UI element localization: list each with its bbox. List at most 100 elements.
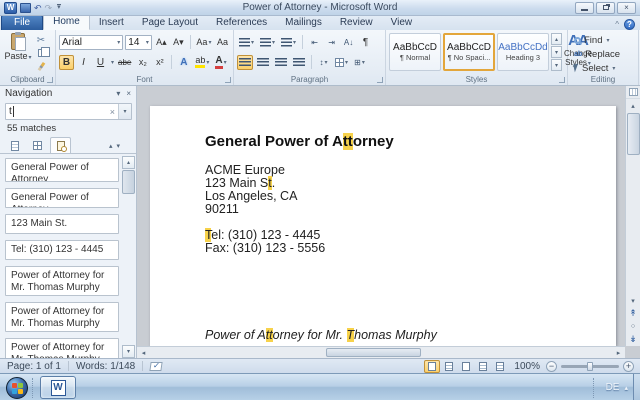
- tab-mailings[interactable]: Mailings: [276, 16, 331, 30]
- word-count[interactable]: Words: 1/148: [69, 361, 142, 372]
- multilevel-list-button[interactable]: ▾: [279, 35, 298, 50]
- shading-button[interactable]: ▾: [333, 55, 350, 70]
- tab-file[interactable]: File: [1, 15, 43, 30]
- previous-result-icon[interactable]: ▴: [109, 142, 113, 150]
- show-desktop-button[interactable]: [633, 374, 640, 400]
- superscript-button[interactable]: x²: [152, 55, 167, 70]
- borders-button[interactable]: ⊞▾: [352, 55, 367, 70]
- zoom-level[interactable]: 100%: [514, 361, 540, 372]
- tab-page-layout[interactable]: Page Layout: [133, 16, 207, 30]
- zoom-slider[interactable]: [561, 365, 619, 368]
- align-right-button[interactable]: [273, 55, 289, 70]
- scroll-up-icon[interactable]: ▴: [626, 99, 640, 112]
- print-layout-view-button[interactable]: [424, 360, 440, 373]
- tab-insert[interactable]: Insert: [90, 16, 133, 30]
- underline-button[interactable]: U: [93, 55, 108, 70]
- search-result-item[interactable]: Power of Attorney for Mr. Thomas Murphy: [5, 338, 119, 358]
- tab-references[interactable]: References: [207, 16, 276, 30]
- font-family-combobox[interactable]: Arial▾: [59, 35, 123, 50]
- select-browse-object-icon[interactable]: ○: [626, 320, 640, 333]
- font-size-combobox[interactable]: 14▾: [125, 35, 152, 50]
- tab-browse-headings[interactable]: [4, 137, 25, 153]
- text-highlight-button[interactable]: ab▾: [193, 55, 211, 70]
- navigation-close-icon[interactable]: ×: [126, 89, 131, 98]
- help-icon[interactable]: ?: [624, 19, 635, 30]
- shrink-font-button[interactable]: A▾: [171, 35, 186, 50]
- font-color-button[interactable]: A▾: [213, 55, 228, 70]
- minimize-ribbon-icon[interactable]: ^: [615, 20, 619, 29]
- bold-button[interactable]: B: [59, 55, 74, 70]
- minimize-button[interactable]: [575, 2, 594, 14]
- start-button[interactable]: [6, 377, 28, 399]
- search-result-item[interactable]: Tel: (310) 123 - 4445: [5, 240, 119, 260]
- navigation-options-icon[interactable]: ▾: [116, 89, 120, 98]
- vertical-scroll-thumb[interactable]: [627, 113, 640, 155]
- styles-scroll-down-icon[interactable]: ▾: [551, 46, 562, 58]
- close-button[interactable]: ×: [617, 2, 636, 14]
- search-result-item[interactable]: Power of Attorney for Mr. Thomas Murphy: [5, 266, 119, 296]
- fullscreen-reading-view-button[interactable]: [441, 360, 457, 373]
- styles-more-icon[interactable]: ▾: [551, 59, 562, 71]
- tab-review[interactable]: Review: [331, 16, 382, 30]
- bullets-button[interactable]: ▾: [237, 35, 256, 50]
- search-result-item[interactable]: Power of Attorney for Mr. Thomas Murphy: [5, 302, 119, 332]
- select-button[interactable]: Select▾: [571, 61, 635, 75]
- text-effects-button[interactable]: A: [176, 55, 191, 70]
- align-left-button[interactable]: [237, 55, 253, 70]
- font-dialog-launcher-icon[interactable]: [225, 77, 231, 83]
- tab-home[interactable]: Home: [43, 14, 90, 30]
- results-scroll-up-icon[interactable]: ▴: [122, 156, 135, 169]
- previous-page-icon[interactable]: ↟: [626, 307, 640, 320]
- scroll-left-icon[interactable]: ◂: [137, 347, 150, 359]
- show-paragraph-marks-button[interactable]: ¶: [358, 35, 373, 50]
- zoom-slider-thumb[interactable]: [587, 362, 593, 371]
- results-scroll-down-icon[interactable]: ▾: [122, 345, 135, 358]
- ruler-toggle-button[interactable]: [626, 86, 640, 99]
- sort-button[interactable]: A↓: [341, 35, 356, 50]
- cut-button[interactable]: ✂: [33, 34, 49, 46]
- restore-button[interactable]: [596, 2, 615, 14]
- styles-scroll-up-icon[interactable]: ▴: [551, 33, 562, 45]
- subscript-button[interactable]: x₂: [135, 55, 150, 70]
- search-result-item[interactable]: 123 Main St.: [5, 214, 119, 234]
- replace-button[interactable]: ab Replace: [571, 47, 635, 61]
- italic-button[interactable]: I: [76, 55, 91, 70]
- tab-browse-results[interactable]: [50, 137, 71, 153]
- clipboard-dialog-launcher-icon[interactable]: [47, 77, 53, 83]
- zoom-in-icon[interactable]: +: [623, 361, 634, 372]
- grow-font-button[interactable]: A▴: [154, 35, 169, 50]
- line-spacing-button[interactable]: ↕▾: [316, 55, 331, 70]
- tab-browse-pages[interactable]: [27, 137, 48, 153]
- search-clear-icon[interactable]: ×: [107, 107, 118, 117]
- justify-button[interactable]: [291, 55, 307, 70]
- format-painter-button[interactable]: [33, 61, 49, 73]
- page-indicator[interactable]: Page: 1 of 1: [0, 361, 68, 372]
- copy-button[interactable]: [33, 47, 49, 59]
- word-taskbar-button[interactable]: W: [40, 376, 76, 399]
- change-case-button[interactable]: Aa▾: [195, 35, 213, 50]
- outline-view-button[interactable]: [475, 360, 491, 373]
- style-no-spacing[interactable]: AaBbCcD ¶ No Spaci...: [443, 33, 495, 71]
- web-layout-view-button[interactable]: [458, 360, 474, 373]
- search-result-item[interactable]: General Power of Attorney: [5, 188, 119, 208]
- scroll-right-icon[interactable]: ▸: [612, 347, 625, 359]
- underline-dropdown-icon[interactable]: ▾: [111, 59, 114, 66]
- proofing-status-icon[interactable]: [150, 362, 163, 371]
- search-result-item[interactable]: General Power of Attorney: [5, 158, 119, 182]
- increase-indent-button[interactable]: ⇥: [324, 35, 339, 50]
- save-icon[interactable]: [20, 3, 31, 13]
- next-page-icon[interactable]: ↡: [626, 333, 640, 346]
- draft-view-button[interactable]: [492, 360, 508, 373]
- show-hidden-icons[interactable]: ▴: [624, 384, 628, 392]
- style-heading-3[interactable]: AaBbCcDd Heading 3: [497, 33, 549, 71]
- zoom-out-icon[interactable]: −: [546, 361, 557, 372]
- decrease-indent-button[interactable]: ⇤: [307, 35, 322, 50]
- undo-icon[interactable]: ↶: [34, 2, 42, 14]
- strikethrough-button[interactable]: abe: [116, 55, 133, 70]
- language-indicator[interactable]: DE: [606, 382, 620, 393]
- paragraph-dialog-launcher-icon[interactable]: [377, 77, 383, 83]
- search-input[interactable]: t × ▾: [5, 103, 132, 120]
- find-button[interactable]: Find▾: [571, 33, 635, 47]
- results-scroll-thumb[interactable]: [122, 170, 135, 194]
- numbering-button[interactable]: ▾: [258, 35, 277, 50]
